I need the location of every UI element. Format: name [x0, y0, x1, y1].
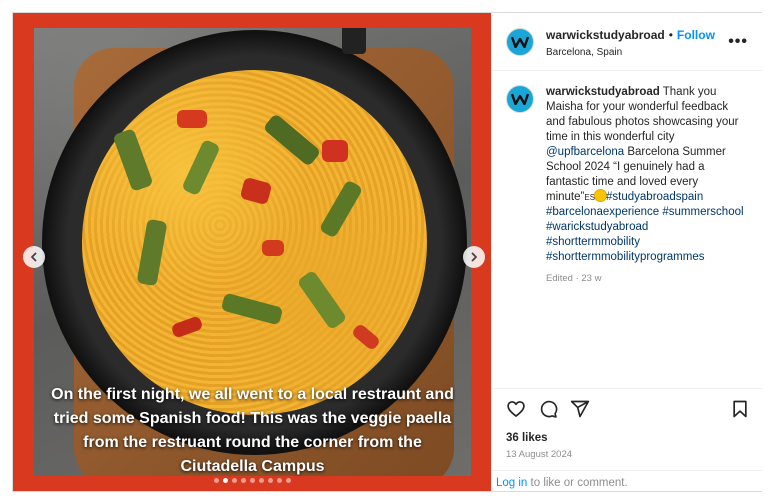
login-link[interactable]: Log in	[496, 477, 527, 489]
carousel-dot	[249, 478, 255, 483]
edited-timestamp: Edited · 23 w	[546, 273, 602, 284]
hashtag-link[interactable]: #warickstudyabroad	[546, 221, 648, 233]
green-bean	[296, 269, 348, 331]
carousel-prev-button[interactable]	[23, 246, 45, 268]
location-link[interactable]: Barcelona, Spain	[546, 47, 715, 58]
warwick-logo-icon	[511, 93, 529, 105]
more-options-icon[interactable]: •••	[728, 33, 748, 51]
chevron-right-icon	[471, 252, 477, 262]
hashtag-link[interactable]: #shorttermmobilityprogrammes	[546, 251, 705, 263]
carousel-dot	[285, 478, 291, 483]
carousel-next-button[interactable]	[463, 246, 485, 268]
avatar[interactable]	[506, 85, 534, 113]
red-pepper	[239, 176, 273, 206]
caption-line: On the first night, we all went to a loc…	[51, 386, 454, 403]
comment-username[interactable]: warwickstudyabroad	[546, 86, 660, 98]
carousel-dot	[222, 478, 228, 483]
post-date[interactable]: 13 August 2024	[506, 449, 572, 460]
caption-comment: warwickstudyabroad Thank you Maisha for …	[506, 85, 752, 286]
carousel-dot	[213, 478, 219, 483]
login-prompt-text: to like or comment.	[527, 477, 628, 489]
hashtag-link[interactable]: #studyabroadspain	[606, 191, 703, 203]
post-media[interactable]: On the first night, we all went to a loc…	[13, 13, 491, 491]
post-header: warwickstudyabroad • Follow Barcelona, Spa…	[492, 13, 762, 71]
carousel-dot	[231, 478, 237, 483]
bookmark-icon[interactable]	[730, 399, 750, 419]
likes-count[interactable]: 36 likes	[506, 432, 548, 444]
heart-icon[interactable]	[506, 399, 526, 419]
warwick-logo-icon	[511, 36, 529, 48]
paella-rice	[82, 70, 427, 415]
hashtag-link[interactable]: #summerschool	[662, 206, 743, 218]
action-icons	[506, 399, 590, 419]
hashtag-link[interactable]: #barcelonaexperience	[546, 206, 659, 218]
green-bean	[262, 113, 322, 167]
paella-photo: On the first night, we all went to a loc…	[34, 28, 471, 476]
carousel-dot	[276, 478, 282, 483]
separator: •	[668, 27, 673, 42]
green-bean	[318, 179, 364, 239]
follow-button[interactable]: Follow	[677, 28, 715, 42]
carousel-dot	[258, 478, 264, 483]
green-bean	[136, 218, 168, 287]
green-bean	[220, 292, 284, 326]
post-sidebar: warwickstudyabroad • Follow Barcelona, Spa…	[491, 13, 762, 491]
comment-body: warwickstudyabroad Thank you Maisha for …	[546, 85, 746, 286]
red-pepper	[170, 315, 204, 339]
flag-emoji: ES	[584, 193, 596, 202]
chevron-left-icon	[31, 252, 37, 262]
share-icon[interactable]	[570, 399, 590, 419]
carousel-dot	[267, 478, 273, 483]
caption-line: tried some Spanish food! This was the ve…	[53, 410, 452, 427]
pan-handle	[342, 28, 366, 54]
carousel-dot	[240, 478, 246, 483]
green-bean	[181, 138, 221, 197]
red-pepper	[262, 240, 284, 256]
red-pepper	[177, 110, 207, 128]
carousel-indicator	[13, 478, 491, 483]
header-names: warwickstudyabroad • Follow Barcelona, Spa…	[546, 26, 715, 58]
instagram-post: On the first night, we all went to a loc…	[12, 12, 762, 492]
red-pepper	[322, 140, 348, 162]
mention-link[interactable]: @upfbarcelona	[546, 146, 624, 158]
caption-line: Ciutadella Campus	[180, 458, 325, 475]
username-link[interactable]: warwickstudyabroad	[546, 28, 665, 42]
sun-emoji-icon	[595, 190, 607, 201]
red-pepper	[350, 322, 382, 352]
green-bean	[112, 128, 154, 192]
image-caption-overlay: On the first night, we all went to a loc…	[34, 383, 471, 476]
comment-icon[interactable]	[538, 399, 558, 419]
avatar[interactable]	[506, 27, 534, 56]
hashtag-link[interactable]: #shorttermmobility	[546, 236, 640, 248]
login-prompt: Log in to like or comment.	[492, 470, 762, 492]
caption-line: from the restruant round the corner from…	[83, 434, 422, 451]
